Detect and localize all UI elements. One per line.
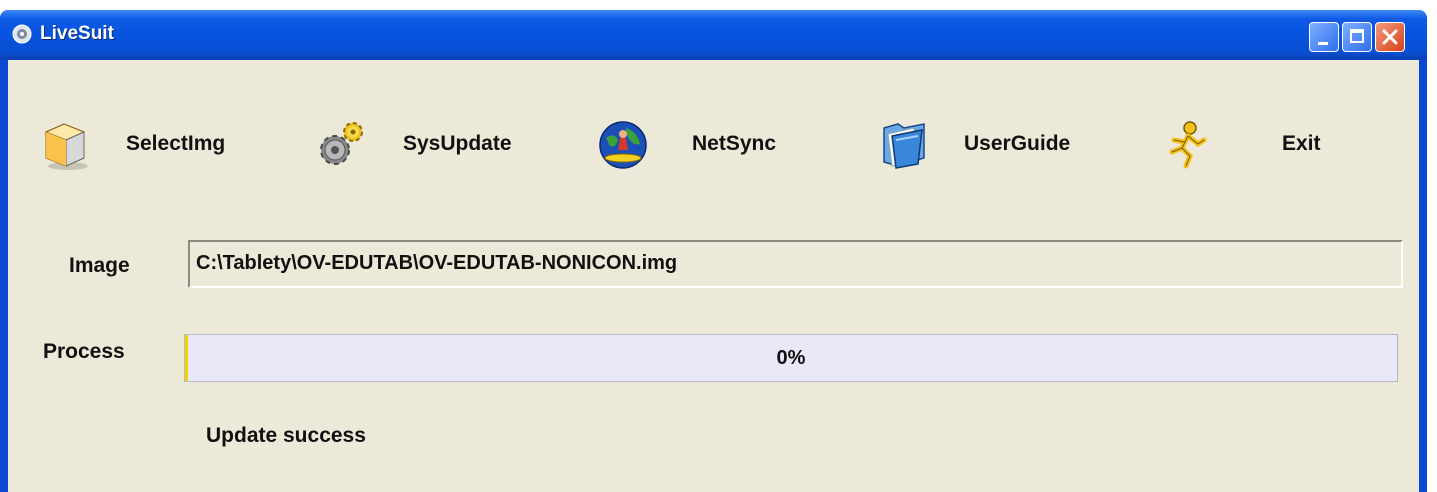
exit-label: Exit [1282, 132, 1321, 155]
progress-bar: 0% [184, 334, 1398, 382]
select-img-label: SelectImg [126, 132, 226, 155]
livesuit-app-icon [12, 24, 32, 44]
progress-percent: 0% [776, 347, 806, 369]
user-guide-label: UserGuide [964, 132, 1071, 155]
globe-surfer-icon [599, 121, 647, 169]
image-path-field[interactable]: C:\Tablety\OV-EDUTAB\OV-EDUTAB-NONICON.i… [188, 240, 1403, 288]
close-button[interactable] [1375, 22, 1405, 52]
window-title: LiveSuit [40, 23, 114, 44]
process-label: Process [43, 340, 125, 363]
minimize-icon [1318, 42, 1328, 45]
client-area: SelectImg SysUpdate NetSync UserGuide Ex… [8, 60, 1419, 492]
image-label: Image [69, 254, 130, 277]
sys-update-button[interactable]: SysUpdate [313, 110, 543, 180]
select-img-button[interactable]: SelectImg [38, 110, 258, 180]
sys-update-label: SysUpdate [403, 132, 512, 155]
running-man-icon [1169, 121, 1207, 169]
gear-icon [320, 122, 363, 165]
maximize-button[interactable] [1342, 22, 1372, 52]
net-sync-button[interactable]: NetSync [596, 110, 806, 180]
title-bar[interactable]: LiveSuit [0, 10, 1427, 60]
select-image-box-icon [44, 123, 88, 170]
folder-icon [883, 123, 925, 169]
maximize-icon [1350, 29, 1364, 43]
status-text: Update success [206, 424, 366, 447]
minimize-button[interactable] [1309, 22, 1339, 52]
net-sync-label: NetSync [692, 132, 777, 155]
exit-button[interactable]: Exit [1160, 110, 1340, 180]
user-guide-button[interactable]: UserGuide [878, 110, 1108, 180]
livesuit-window: LiveSuit SelectImg SysUpdate NetSync Use… [0, 10, 1427, 492]
close-icon [1382, 29, 1398, 45]
